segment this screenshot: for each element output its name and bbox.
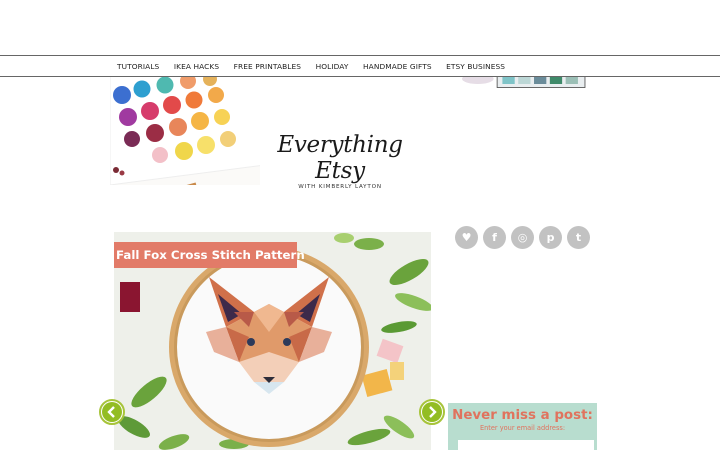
header-banner[interactable]: Everything Etsy WITH KIMBERLY LAYTON: [110, 75, 610, 208]
chevron-left-icon: [102, 402, 122, 422]
nav-item-holiday[interactable]: HOLIDAY: [316, 62, 349, 71]
watercolor-tray-image: [462, 75, 592, 93]
nav-item-handmade-gifts[interactable]: HANDMADE GIFTS: [363, 62, 432, 71]
pinterest-icon[interactable]: p: [539, 226, 562, 249]
slider-prev-button[interactable]: [99, 399, 125, 425]
email-field[interactable]: [458, 440, 594, 450]
nav-item-ikea-hacks[interactable]: IKEA HACKS: [174, 62, 219, 71]
nav-item-free-printables[interactable]: FREE PRINTABLES: [234, 62, 301, 71]
newsletter-label: Enter your email address:: [479, 424, 566, 432]
main-nav: TUTORIALS IKEA HACKS FREE PRINTABLES HOL…: [0, 55, 720, 77]
newsletter-title: Never miss a post:: [452, 408, 593, 423]
facebook-icon[interactable]: f: [483, 226, 506, 249]
site-logo[interactable]: Everything Etsy WITH KIMBERLY LAYTON: [260, 132, 420, 190]
instagram-icon[interactable]: ◎: [511, 226, 534, 249]
featured-slider[interactable]: Fall Fox Cross Stitch Pattern: [114, 232, 431, 450]
watercolor-palette-image: [110, 75, 260, 185]
nav-item-etsy-business[interactable]: ETSY BUSINESS: [446, 62, 505, 71]
newsletter-box: Never miss a post: Enter your email addr…: [448, 403, 597, 450]
slide-title[interactable]: Fall Fox Cross Stitch Pattern: [114, 242, 305, 268]
nav-item-tutorials[interactable]: TUTORIALS: [117, 62, 159, 71]
logo-script-text: Everything Etsy: [277, 132, 403, 184]
logo-subtitle: WITH KIMBERLY LAYTON: [298, 184, 382, 190]
heart-icon[interactable]: ♥: [455, 226, 478, 249]
social-icons: ♥ f ◎ p t: [455, 226, 595, 249]
slider-next-button[interactable]: [419, 399, 445, 425]
chevron-right-icon: [422, 402, 442, 422]
twitter-icon[interactable]: t: [567, 226, 590, 249]
